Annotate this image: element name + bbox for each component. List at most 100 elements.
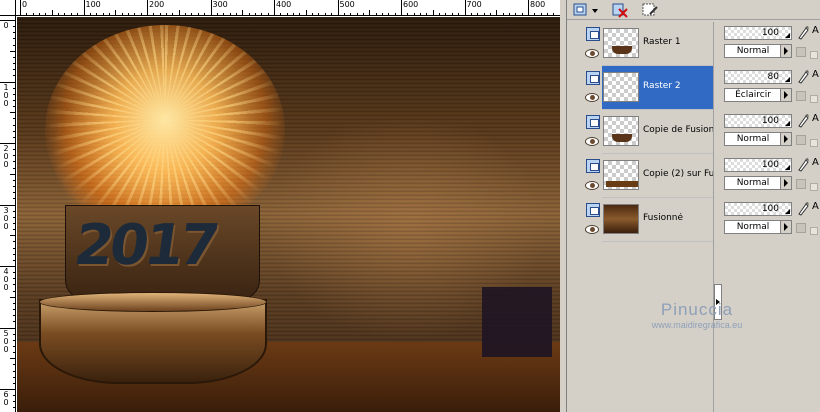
opacity-slider[interactable]: 100 (724, 26, 792, 40)
link-layer-icon[interactable] (810, 95, 818, 103)
layer-row[interactable]: Fusionné (583, 198, 713, 242)
watermark: Pinuccia www.maidiregrafica.eu (627, 300, 767, 331)
ruler-top-minor-tick (235, 13, 237, 15)
ruler-left-minor-tick (10, 235, 15, 237)
ruler-top-minor-tick (32, 13, 34, 15)
brush-lock-icon[interactable] (796, 157, 810, 172)
ruler-left-minor-tick (13, 75, 15, 77)
dropdown-arrow-icon[interactable] (780, 221, 791, 233)
ruler-top-major-tick (528, 0, 529, 15)
ruler-top[interactable]: 0 100 200 300 400 500 600 700 800 (16, 0, 560, 16)
lock-transparency-icon[interactable] (796, 47, 806, 57)
opacity-slider[interactable]: 100 (724, 114, 792, 128)
layer-thumbnail (603, 28, 639, 58)
ruler-left-minor-tick (13, 395, 15, 397)
ruler-top-minor-tick (407, 13, 409, 15)
floor-thumbnail-shape (606, 181, 638, 187)
ruler-top-minor-tick (223, 13, 225, 15)
opacity-slider[interactable]: 100 (724, 158, 792, 172)
ruler-top-minor-tick (413, 13, 415, 15)
canvas-area[interactable]: 0 100 200 300 400 500 600 700 800 0 1 0 0 2 0 0 3 0… (0, 0, 560, 412)
blend-mode-select[interactable]: Normal (724, 176, 792, 190)
palette-splitter[interactable] (713, 22, 722, 412)
new-layer-button[interactable] (571, 1, 601, 17)
blend-mode-select[interactable]: Éclaircir (724, 88, 792, 102)
layer-properties-button[interactable] (639, 1, 659, 17)
ruler-top-minor-tick (369, 10, 371, 15)
layer-list: Raster 1 Raster 2 Copie de Fusionné (583, 22, 713, 412)
layer-flag-letter: A (812, 25, 819, 36)
ruler-top-minor-tick (426, 13, 428, 15)
ruler-top-minor-tick (172, 13, 174, 15)
lock-transparency-icon[interactable] (796, 91, 806, 101)
ruler-top-major-tick (210, 0, 212, 15)
opacity-spin-icon[interactable] (781, 203, 791, 215)
ruler-left-minor-tick (13, 370, 15, 372)
ruler-top-label: 300 (212, 0, 228, 9)
opacity-slider[interactable]: 100 (724, 202, 792, 216)
ruler-left[interactable]: 0 1 0 0 2 0 0 3 0 0 4 0 0 5 0 0 6 0 (0, 16, 16, 412)
lock-transparency-icon[interactable] (796, 223, 806, 233)
ruler-left-minor-tick (13, 136, 15, 138)
opacity-slider[interactable]: 80 (724, 70, 792, 84)
ruler-top-minor-tick (39, 13, 41, 15)
blend-mode-value: Normal (736, 134, 770, 144)
visibility-eye-icon[interactable] (585, 49, 599, 58)
blend-mode-select[interactable]: Normal (724, 44, 792, 58)
layer-row[interactable]: Raster 1 (583, 22, 713, 66)
link-layer-icon[interactable] (810, 227, 818, 235)
visibility-eye-icon[interactable] (585, 93, 599, 102)
ruler-top-label: 200 (149, 0, 165, 9)
dropdown-arrow-icon[interactable] (780, 177, 791, 189)
link-layer-icon[interactable] (810, 139, 818, 147)
layer-properties-list: 100 A Normal 80 A Éclaircir 100 A Normal… (722, 22, 820, 412)
visibility-eye-icon[interactable] (585, 225, 599, 234)
ruler-left-minor-tick (13, 149, 15, 151)
ruler-top-minor-tick (70, 13, 72, 15)
link-layer-icon[interactable] (810, 51, 818, 59)
ruler-top-minor-tick (350, 13, 352, 15)
link-layer-icon[interactable] (810, 183, 818, 191)
ruler-top-minor-tick (432, 10, 434, 15)
ruler-left-minor-tick (13, 278, 15, 280)
ruler-top-label: 0 (22, 0, 28, 9)
opacity-spin-icon[interactable] (781, 27, 791, 39)
blend-mode-select[interactable]: Normal (724, 132, 792, 146)
ruler-left-minor-tick (13, 26, 15, 28)
ruler-top-minor-tick (388, 13, 390, 15)
layer-row[interactable]: Raster 2 (583, 66, 713, 110)
layer-property-row: 80 A Éclaircir (722, 66, 820, 110)
brush-lock-icon[interactable] (796, 113, 810, 128)
visibility-eye-icon[interactable] (585, 137, 599, 146)
brush-lock-icon[interactable] (796, 25, 810, 40)
ruler-top-minor-tick (394, 13, 396, 15)
dropdown-arrow-icon[interactable] (780, 133, 791, 145)
ruler-top-minor-tick (166, 13, 168, 15)
layer-thumbnail (603, 116, 639, 146)
ruler-top-minor-tick (127, 13, 129, 15)
opacity-spin-icon[interactable] (781, 71, 791, 83)
ruler-left-minor-tick (13, 284, 15, 286)
layer-row[interactable]: Copie de Fusionné (583, 110, 713, 154)
layer-row[interactable]: Copie (2) sur Fusionné (583, 154, 713, 198)
dropdown-arrow-icon[interactable] (780, 45, 791, 57)
opacity-value: 100 (761, 116, 779, 126)
layer-thumbnail (603, 204, 639, 234)
ruler-top-minor-tick (521, 13, 523, 15)
lock-transparency-icon[interactable] (796, 135, 806, 145)
ruler-left-minor-tick (13, 179, 15, 181)
ruler-left-minor-tick (13, 130, 15, 132)
image-canvas[interactable]: 2017 (17, 17, 560, 412)
ruler-top-minor-tick (204, 13, 206, 15)
brush-lock-icon[interactable] (796, 201, 810, 216)
opacity-spin-icon[interactable] (781, 159, 791, 171)
lock-transparency-icon[interactable] (796, 179, 806, 189)
blend-mode-select[interactable]: Normal (724, 220, 792, 234)
ruler-left-minor-tick (13, 216, 15, 218)
delete-layer-button[interactable] (609, 1, 629, 18)
dropdown-arrow-icon[interactable] (780, 89, 791, 101)
opacity-spin-icon[interactable] (781, 115, 791, 127)
ruler-left-minor-tick (13, 333, 15, 335)
visibility-eye-icon[interactable] (585, 181, 599, 190)
brush-lock-icon[interactable] (796, 69, 810, 84)
